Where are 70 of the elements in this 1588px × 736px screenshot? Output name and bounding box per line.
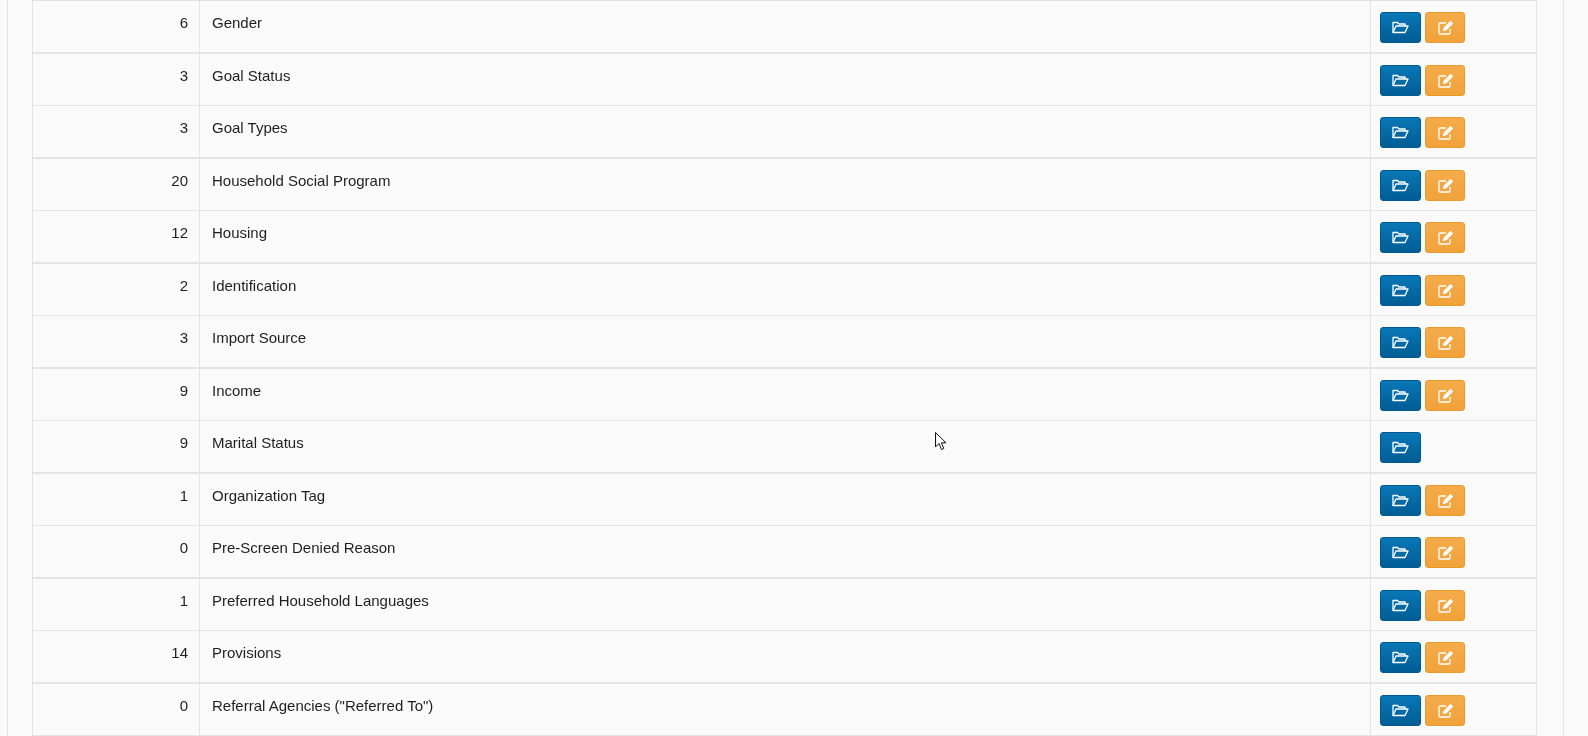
edit-icon (1437, 388, 1453, 403)
edit-icon (1437, 598, 1453, 613)
category-name: Preferred Household Languages (212, 591, 429, 611)
record-count: 9 (179, 433, 188, 453)
record-count: 20 (171, 171, 188, 191)
folder-open-icon (1392, 179, 1409, 192)
folder-open-icon (1392, 284, 1409, 297)
open-button[interactable] (1380, 432, 1421, 463)
folder-open-icon (1392, 704, 1409, 717)
record-count: 12 (171, 223, 188, 243)
category-name: Goal Status (212, 66, 291, 86)
folder-open-icon (1392, 546, 1409, 559)
open-button[interactable] (1380, 380, 1421, 411)
category-name: Housing (212, 223, 268, 243)
open-button[interactable] (1380, 537, 1421, 568)
edit-icon (1437, 73, 1453, 88)
folder-open-icon (1392, 21, 1409, 34)
folder-open-icon (1392, 651, 1409, 664)
edit-icon (1437, 125, 1453, 140)
category-name: Organization Tag (212, 486, 326, 506)
record-count: 0 (179, 696, 188, 716)
open-button[interactable] (1380, 485, 1421, 516)
category-name: Income (212, 381, 262, 401)
category-name: Pre-Screen Denied Reason (212, 538, 396, 558)
category-name: Provisions (212, 643, 282, 663)
edit-icon (1437, 493, 1453, 508)
open-button[interactable] (1380, 65, 1421, 96)
category-name: Goal Types (212, 118, 288, 138)
folder-open-icon (1392, 126, 1409, 139)
category-name: Referral Agencies ("Referred To") (212, 696, 434, 716)
edit-icon (1437, 545, 1453, 560)
mouse-pointer-icon (935, 432, 947, 451)
open-button[interactable] (1380, 12, 1421, 43)
record-count: 3 (179, 328, 188, 348)
open-button[interactable] (1380, 275, 1421, 306)
open-button[interactable] (1380, 117, 1421, 148)
category-name: Household Social Program (212, 171, 391, 191)
record-count: 14 (171, 643, 188, 663)
edit-icon (1437, 20, 1453, 35)
folder-open-icon (1392, 336, 1409, 349)
edit-icon (1437, 178, 1453, 193)
open-button[interactable] (1380, 590, 1421, 621)
folder-open-icon (1392, 599, 1409, 612)
folder-open-icon (1392, 441, 1409, 454)
folder-open-icon (1392, 231, 1409, 244)
edit-icon (1437, 230, 1453, 245)
edit-icon (1437, 283, 1453, 298)
record-count: 6 (179, 13, 188, 33)
open-button[interactable] (1380, 222, 1421, 253)
category-name: Import Source (212, 328, 307, 348)
open-button[interactable] (1380, 695, 1421, 726)
open-button[interactable] (1380, 642, 1421, 673)
folder-open-icon (1392, 74, 1409, 87)
edit-icon (1437, 335, 1453, 350)
record-count: 3 (179, 66, 188, 86)
record-count: 0 (179, 538, 188, 558)
open-button[interactable] (1380, 327, 1421, 358)
record-count: 2 (179, 276, 188, 296)
edit-icon (1437, 703, 1453, 718)
category-name: Marital Status (212, 433, 304, 453)
category-name: Gender (212, 13, 263, 33)
open-button[interactable] (1380, 170, 1421, 201)
record-count: 9 (179, 381, 188, 401)
record-count: 1 (179, 591, 188, 611)
folder-open-icon (1392, 494, 1409, 507)
edit-icon (1437, 650, 1453, 665)
record-count: 3 (179, 118, 188, 138)
folder-open-icon (1392, 389, 1409, 402)
category-name: Identification (212, 276, 297, 296)
record-count: 1 (179, 486, 188, 506)
